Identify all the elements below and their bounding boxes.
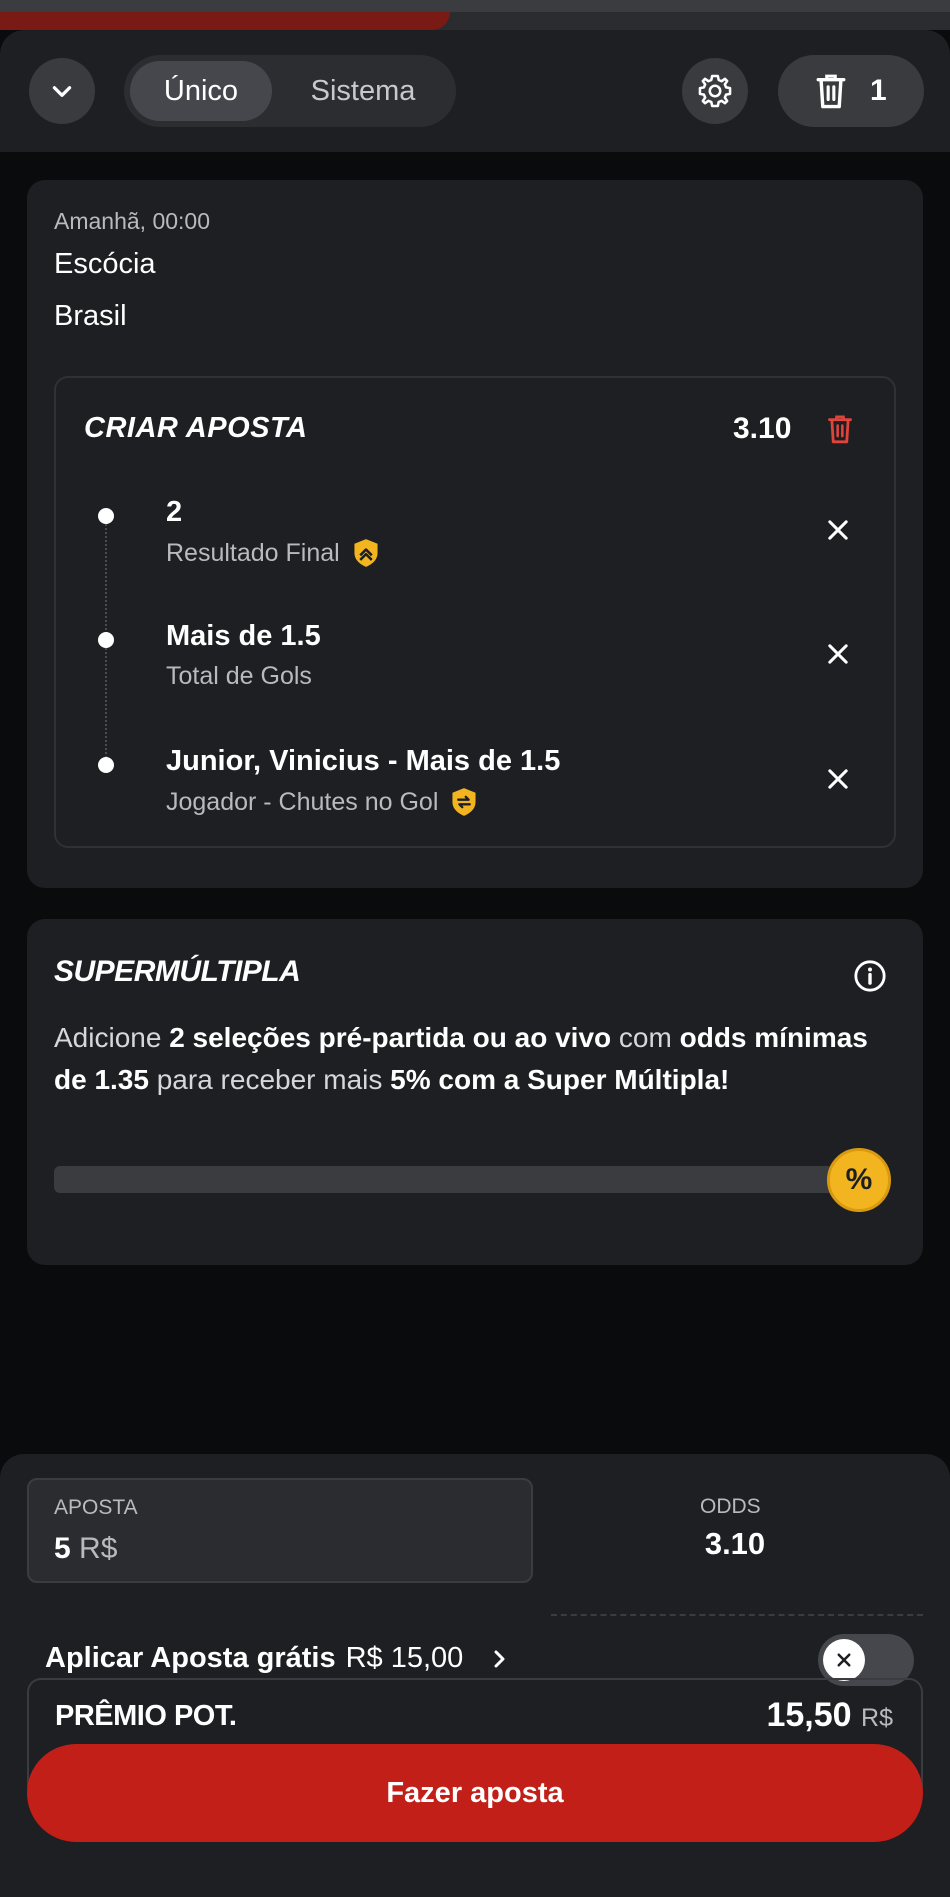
betslip-sheet: Único Sistema 1 Amanhã, 00:00 Escócia Br… bbox=[0, 30, 950, 1897]
prize-value: 15,50 bbox=[766, 1696, 852, 1734]
super-multipla-card: SUPERMÚLTIPLA Adicione 2 seleções pré-pa… bbox=[27, 919, 923, 1265]
close-icon bbox=[837, 1653, 851, 1667]
bet-builder-odds: 3.10 bbox=[733, 412, 792, 445]
selection-market-label: Jogador - Chutes no Gol bbox=[166, 787, 439, 816]
top-strip-bar bbox=[0, 0, 950, 12]
selection-market: Total de Gols bbox=[166, 662, 312, 691]
description-text: Adicione bbox=[54, 1022, 170, 1053]
super-multipla-progress bbox=[54, 1166, 858, 1193]
selection-item: Junior, Vinicius - Mais de 1.5 Jogador -… bbox=[56, 737, 898, 827]
selection-dot bbox=[98, 508, 114, 524]
swap-badge-icon bbox=[452, 788, 476, 816]
prize-currency: R$ bbox=[861, 1704, 893, 1732]
selection-title: Mais de 1.5 bbox=[166, 620, 321, 652]
odds-label: ODDS bbox=[700, 1495, 761, 1518]
gear-icon bbox=[698, 74, 732, 108]
stake-input[interactable]: APOSTA 5 R$ bbox=[27, 1478, 533, 1583]
selection-market: Resultado Final bbox=[166, 538, 380, 568]
delete-builder-button[interactable] bbox=[826, 412, 858, 448]
super-multipla-title: SUPERMÚLTIPLA bbox=[54, 955, 301, 988]
selection-count: 1 bbox=[870, 74, 887, 107]
info-icon[interactable] bbox=[853, 959, 887, 993]
selection-market-label: Total de Gols bbox=[166, 662, 312, 690]
stake-currency: R$ bbox=[79, 1532, 118, 1565]
place-bet-button[interactable]: Fazer aposta bbox=[27, 1744, 923, 1842]
stake-amount: 5 R$ bbox=[54, 1532, 117, 1566]
chevron-down-icon bbox=[52, 86, 72, 97]
selection-market: Jogador - Chutes no Gol bbox=[166, 787, 478, 817]
betslip-panel: APOSTA 5 R$ ODDS 3.10 Aplicar Aposta grá… bbox=[0, 1454, 950, 1897]
stake-value: 5 bbox=[54, 1532, 71, 1565]
trash-icon bbox=[816, 74, 846, 109]
free-bet-label: Aplicar Aposta grátis bbox=[45, 1642, 336, 1674]
event-card: Amanhã, 00:00 Escócia Brasil CRIAR APOST… bbox=[27, 180, 923, 888]
team-home: Escócia bbox=[54, 248, 156, 280]
selection-item: Mais de 1.5 Total de Gols bbox=[56, 612, 898, 702]
selection-title: Junior, Vinicius - Mais de 1.5 bbox=[166, 745, 561, 777]
team-away: Brasil bbox=[54, 300, 127, 332]
collapse-button[interactable] bbox=[29, 58, 95, 124]
description-text: com bbox=[611, 1022, 680, 1053]
bet-builder-title: CRIAR APOSTA bbox=[84, 412, 308, 444]
remove-selection-button[interactable] bbox=[824, 516, 852, 544]
betslip-header: Único Sistema 1 bbox=[0, 30, 950, 152]
remove-selection-button[interactable] bbox=[824, 640, 852, 668]
top-strip-accent bbox=[0, 12, 450, 30]
free-bet-amount: R$ 15,00 bbox=[345, 1642, 464, 1674]
settings-button[interactable] bbox=[682, 58, 748, 124]
odds-divider bbox=[551, 1614, 923, 1616]
description-bold: 2 seleções pré-partida ou ao vivo bbox=[169, 1022, 612, 1053]
tab-unico[interactable]: Único bbox=[130, 61, 272, 121]
super-multipla-description: Adicione 2 seleções pré-partida ou ao vi… bbox=[54, 1017, 884, 1101]
prize-label: PRÊMIO POT. bbox=[55, 1700, 237, 1732]
stake-label: APOSTA bbox=[54, 1496, 138, 1519]
selection-item: 2 Resultado Final bbox=[56, 488, 898, 578]
trash-icon bbox=[828, 415, 852, 444]
description-text: para receber mais bbox=[148, 1064, 391, 1095]
chevron-right-icon bbox=[494, 1650, 505, 1667]
tab-sistema[interactable]: Sistema bbox=[276, 61, 450, 121]
clear-all-button[interactable]: 1 bbox=[778, 55, 924, 127]
description-bold: 5% com a Super Múltipla! bbox=[390, 1064, 730, 1095]
selection-title: 2 bbox=[166, 496, 183, 528]
boost-chevron-icon bbox=[354, 539, 378, 567]
top-strip bbox=[0, 0, 950, 30]
selection-dot bbox=[98, 757, 114, 773]
prize-amount: 15,50 R$ bbox=[766, 1696, 893, 1735]
bet-type-toggle: Único Sistema bbox=[124, 55, 456, 127]
toggle-knob bbox=[823, 1639, 865, 1681]
selection-market-label: Resultado Final bbox=[166, 538, 340, 567]
remove-selection-button[interactable] bbox=[824, 765, 852, 793]
odds-value: 3.10 bbox=[704, 1526, 766, 1561]
free-bet-link[interactable]: Aplicar Aposta grátis R$ 15,00 bbox=[45, 1642, 511, 1675]
percent-badge-icon: % bbox=[827, 1148, 891, 1212]
selection-dot bbox=[98, 632, 114, 648]
event-time: Amanhã, 00:00 bbox=[54, 208, 211, 234]
bet-builder-box: CRIAR APOSTA 3.10 2 Resultado Final Mais… bbox=[54, 376, 896, 848]
